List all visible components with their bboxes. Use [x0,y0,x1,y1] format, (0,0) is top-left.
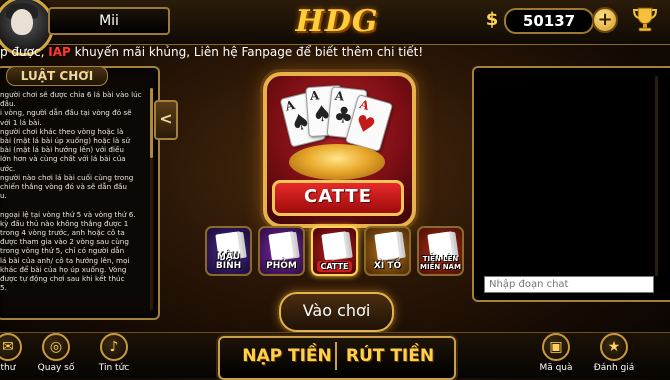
marquee-text-after: khuyến mãi khủng, Liên hệ Fanpage để biế… [70,45,424,59]
star-icon: ★ [600,333,628,361]
rules-title: LUẬT CHƠI [6,66,108,86]
avatar-face [11,9,33,35]
nav-news-label: Tin tức [98,363,130,373]
nav-news[interactable]: ♪ Tin tức [92,332,136,377]
game-thumb-label: PHỎM [266,261,297,271]
game-thumb-label: CATTE [317,261,352,272]
trophy-icon[interactable] [630,4,660,34]
cards-icon [374,231,400,261]
deposit-divider [335,342,337,370]
game-thumb-catte[interactable]: CATTE [311,226,358,276]
game-thumb-mau-binh[interactable]: MẬU BINH [205,226,252,276]
game-selector-row: MẬU BINH PHỎM CATTE XÌ TỐ TIẾN LÊN MIỀN … [205,226,467,278]
game-thumb-label: MẬU BINH [215,252,242,271]
marquee-highlight: IAP [48,45,71,59]
nav-rating-label: Đánh giá [593,363,635,373]
chat-input[interactable] [484,276,654,293]
add-balance-button[interactable]: + [592,7,618,33]
username-display: Mii [48,7,170,35]
collapse-rules-button[interactable]: < [154,100,178,140]
announcement-marquee: p được, IAP khuyến mãi khủng, Liên hệ Fa… [0,43,480,61]
featured-game-name: CATTE [272,180,404,216]
wheel-icon: ◎ [42,333,70,361]
game-thumb-tien-len[interactable]: TIẾN LÊN MIỀN NAM [417,226,464,276]
chat-panel [472,66,670,302]
deposit-button[interactable]: NẠP TIỀN [242,340,332,372]
nav-lucky-wheel[interactable]: ◎ Quay số [34,332,78,377]
brand-logo: HDG [295,4,379,39]
marquee-text-before: p được, [0,45,49,59]
game-thumb-xi-to[interactable]: XÌ TỐ [364,226,411,276]
withdraw-button[interactable]: RÚT TIỀN [344,340,436,372]
nav-gift-code[interactable]: ▣ Mã quà [534,332,578,377]
bell-icon: ♪ [100,333,128,361]
nav-gift-label: Mã quà [539,363,573,373]
game-thumb-label: XÌ TỐ [373,261,402,271]
game-thumb-phom[interactable]: PHỎM [258,226,305,276]
balance-display: 50137 [504,8,594,34]
dollar-icon: $ [485,9,499,30]
cards-icon [268,231,294,261]
rules-text[interactable]: người chơi sẽ được chia 6 lá bài vào lúc… [0,90,144,312]
rules-body: người chơi sẽ được chia 6 lá bài vào lúc… [0,90,142,293]
nav-wheel-label: Quay số [37,363,75,373]
game-thumb-label: TIẾN LÊN MIỀN NAM [420,255,461,271]
cards-icon [321,231,347,261]
gold-coins-pile [289,144,385,180]
rules-scrollbar[interactable] [150,88,153,310]
mail-icon: ✉ [0,333,22,361]
chat-scrollbar[interactable] [655,76,658,276]
nav-rating[interactable]: ★ Đánh giá [592,332,636,377]
play-button[interactable]: Vào chơi [279,292,394,332]
gift-icon: ▣ [542,333,570,361]
rules-scroll-thumb[interactable] [150,88,153,158]
